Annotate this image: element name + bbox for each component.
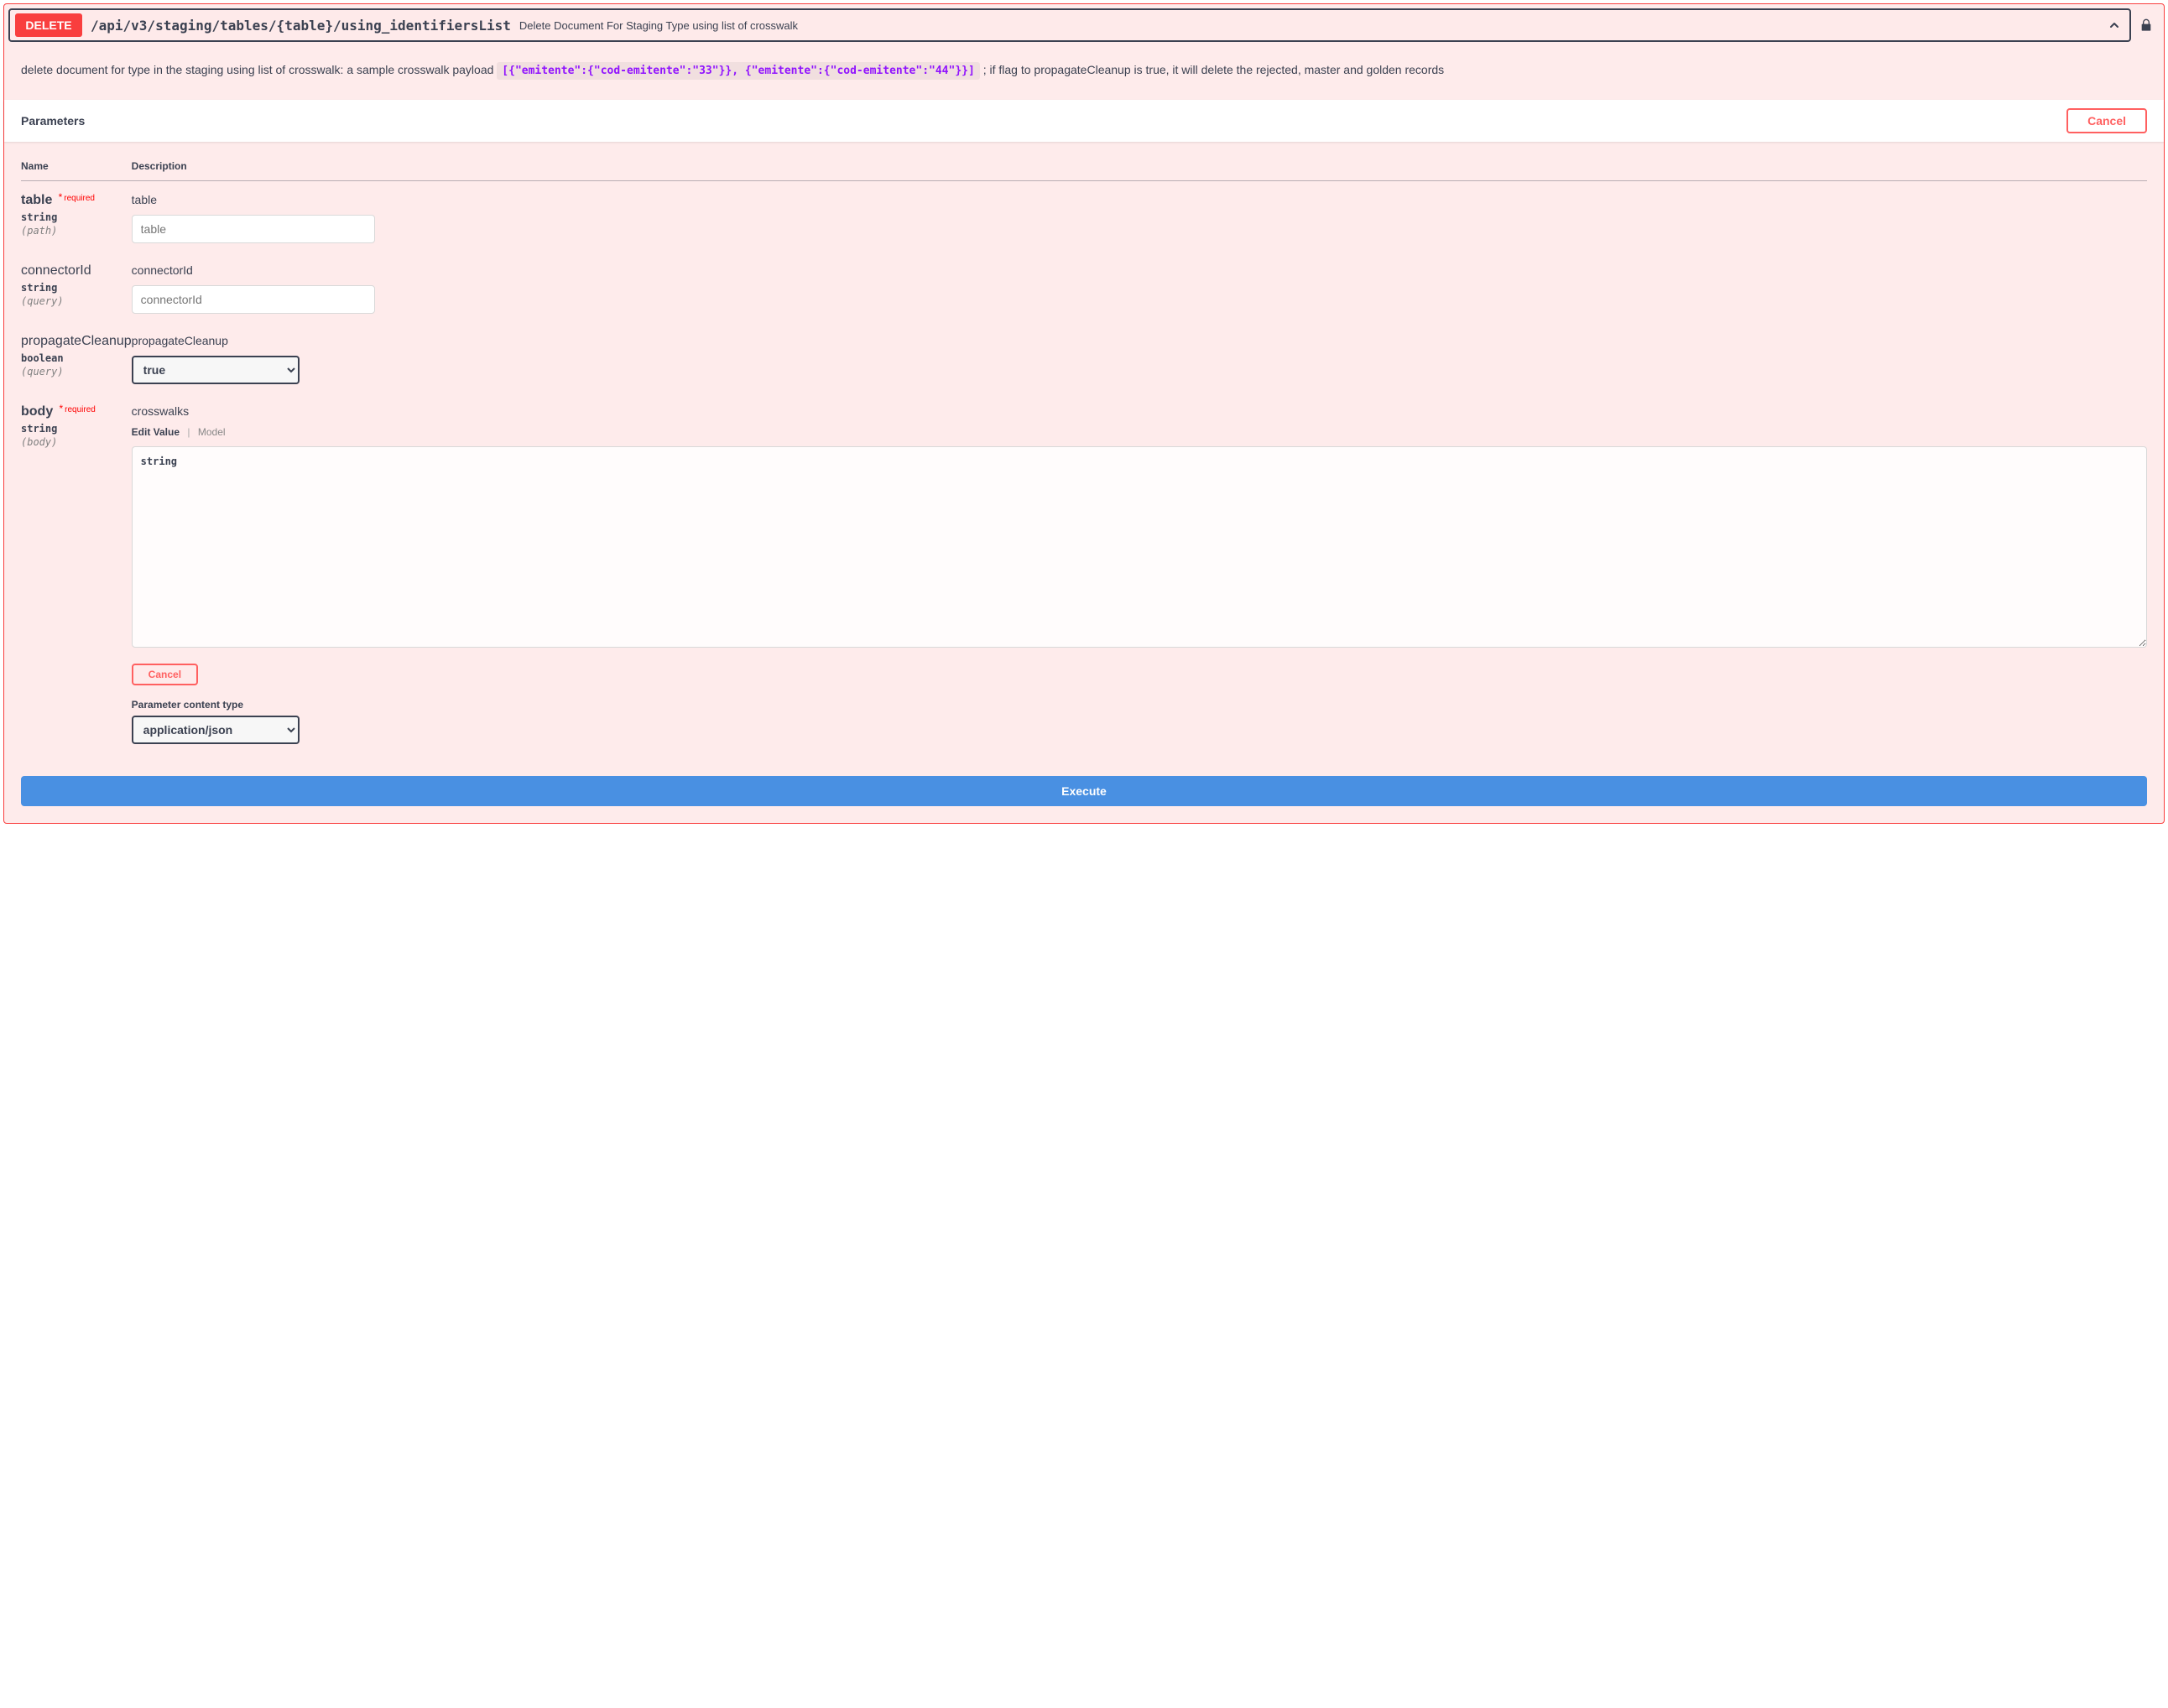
cancel-body-button[interactable]: Cancel — [132, 664, 198, 685]
param-type: string — [21, 423, 132, 435]
required-label: required — [63, 405, 96, 414]
param-row-table: table *required string (path) table — [21, 180, 2147, 252]
endpoint-description: delete document for type in the staging … — [4, 46, 2164, 100]
param-type: string — [21, 211, 132, 223]
description-prefix: delete document for type in the staging … — [21, 63, 497, 76]
parameters-table: Name Description table *required string — [21, 152, 2147, 752]
parameters-header: Parameters Cancel — [4, 100, 2164, 142]
tab-model[interactable]: Model — [198, 426, 226, 438]
col-header-name: Name — [21, 152, 132, 181]
endpoint-path: /api/v3/staging/tables/{table}/using_ide… — [91, 18, 511, 34]
param-name: body — [21, 404, 53, 419]
content-type-row: Parameter content type application/json — [132, 699, 2147, 744]
param-desc: propagateCleanup — [132, 334, 2147, 347]
cancel-button[interactable]: Cancel — [2066, 108, 2147, 133]
param-in: (query) — [21, 295, 132, 307]
description-suffix: ; if flag to propagateCleanup is true, i… — [983, 63, 1444, 76]
lock-icon[interactable] — [2138, 17, 2155, 34]
method-badge: DELETE — [15, 13, 82, 37]
tab-edit-value[interactable]: Edit Value — [132, 426, 180, 438]
description-code: [{"emitente":{"cod-emitente":"33"}}, {"e… — [497, 62, 980, 80]
param-desc: table — [132, 193, 2147, 206]
content-type-label: Parameter content type — [132, 699, 2147, 711]
content-type-select[interactable]: application/json — [132, 716, 300, 744]
param-row-body: body *required string (body) crosswalks … — [21, 393, 2147, 752]
parameters-container: Name Description table *required string — [4, 142, 2164, 776]
body-tabs: Edit Value | Model — [132, 426, 2147, 438]
opblock-summary[interactable]: DELETE /api/v3/staging/tables/{table}/us… — [4, 4, 2164, 46]
param-in: (query) — [21, 366, 132, 378]
param-desc: connectorId — [132, 263, 2147, 277]
summary-inner[interactable]: DELETE /api/v3/staging/tables/{table}/us… — [8, 8, 2131, 42]
param-row-connectorid: connectorId string (query) connectorId — [21, 252, 2147, 322]
param-row-propagatecleanup: propagateCleanup boolean (query) propaga… — [21, 322, 2147, 393]
param-in: (body) — [21, 436, 132, 448]
opblock-body: delete document for type in the staging … — [4, 46, 2164, 823]
required-star: * — [56, 403, 63, 414]
param-name: propagateCleanup — [21, 334, 132, 349]
endpoint-summary: Delete Document For Staging Type using l… — [519, 19, 798, 32]
param-type: boolean — [21, 352, 132, 364]
opblock-delete: DELETE /api/v3/staging/tables/{table}/us… — [3, 3, 2165, 824]
propagatecleanup-select[interactable]: true false — [132, 356, 300, 384]
param-type: string — [21, 282, 132, 294]
table-input[interactable] — [132, 215, 375, 243]
execute-button[interactable]: Execute — [21, 776, 2147, 806]
connectorid-input[interactable] — [132, 285, 375, 314]
param-desc: crosswalks — [132, 404, 2147, 418]
col-header-description: Description — [132, 152, 2147, 181]
param-name: connectorId — [21, 263, 132, 279]
param-name: table — [21, 193, 52, 207]
execute-wrapper: Execute — [4, 776, 2164, 823]
required-label: required — [62, 194, 95, 203]
tab-separator: | — [187, 426, 190, 438]
body-textarea[interactable] — [132, 446, 2147, 648]
parameters-title: Parameters — [21, 114, 85, 128]
chevron-up-icon[interactable] — [2104, 15, 2124, 35]
param-in: (path) — [21, 225, 132, 237]
